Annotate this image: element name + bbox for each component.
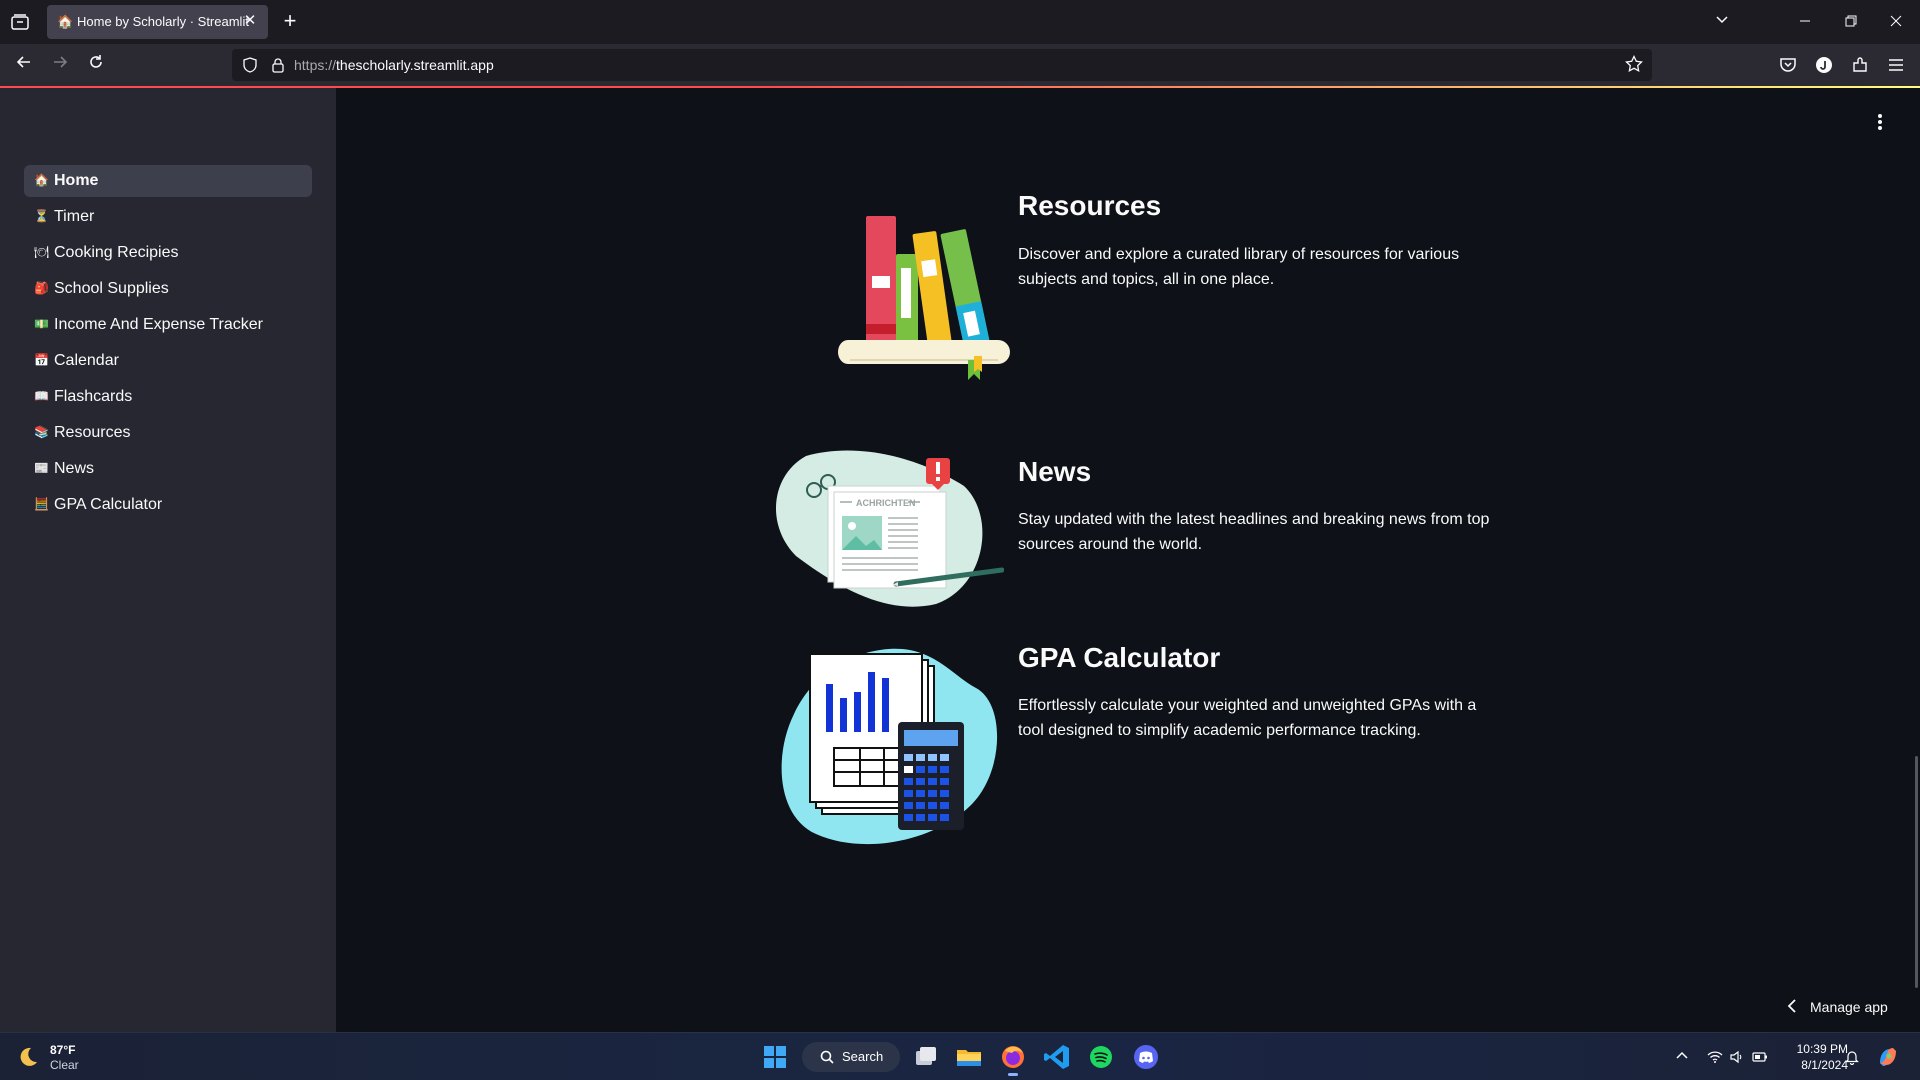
close-tab-icon[interactable]: ✕ <box>242 13 258 29</box>
chevron-left-icon <box>1786 998 1802 1016</box>
sidebar-item-label: Calendar <box>54 352 119 369</box>
close-window-icon[interactable] <box>1884 10 1908 34</box>
sidebar-item-home[interactable]: 🏠 Home <box>24 165 312 197</box>
taskbar-search-label: Search <box>842 1049 884 1064</box>
chevron-up-icon[interactable] <box>1674 1049 1690 1065</box>
account-icon[interactable] <box>1814 55 1834 75</box>
url-protocol: https:// <box>294 57 337 73</box>
pocket-icon[interactable] <box>1778 55 1798 75</box>
browser-tab-active[interactable]: 🏠 Home by Scholarly · Streamlit ✕ <box>47 5 268 39</box>
moon-icon <box>16 1045 40 1069</box>
weather-widget[interactable]: 87°F Clear <box>16 1041 136 1073</box>
abacus-icon: 🧮 <box>34 497 49 511</box>
section-title-gpa-calculator: GPA Calculator <box>1018 642 1221 673</box>
sidebar-item-gpa-calculator[interactable]: 🧮 GPA Calculator <box>24 489 312 521</box>
sidebar-item-label: Timer <box>54 208 95 225</box>
main-content: Resources Discover and explore a curated… <box>336 88 1920 1032</box>
tab-title: Home by Scholarly · Streamlit <box>77 14 249 29</box>
backpack-icon: 🎒 <box>34 281 49 295</box>
browser-tab-bar: 🏠 Home by Scholarly · Streamlit ✕ + <box>0 0 1920 44</box>
house-icon: 🏠 <box>57 14 74 29</box>
new-tab-button[interactable]: + <box>280 10 300 34</box>
restore-icon[interactable] <box>1839 10 1863 34</box>
battery-icon[interactable] <box>1752 1049 1768 1065</box>
sidebar-item-label: Cooking Recipies <box>54 244 179 261</box>
sidebar-item-income-expense-tracker[interactable]: 💵 Income And Expense Tracker <box>24 309 312 341</box>
section-description-gpa-calculator: Effortlessly calculate your weighted and… <box>1018 697 1477 739</box>
books-icon: 📚 <box>34 425 49 439</box>
spotify-icon[interactable] <box>1085 1041 1117 1073</box>
clock-time: 10:39 PM <box>1796 1042 1848 1056</box>
notifications-bell-icon[interactable] <box>1844 1049 1860 1066</box>
taskbar-clock[interactable]: 10:39 PM 8/1/2024 <box>1776 1041 1848 1073</box>
sidebar-item-news[interactable]: 📰 News <box>24 453 312 485</box>
section-title-news: News <box>1018 456 1092 487</box>
manage-app-button[interactable]: Manage app <box>1786 996 1896 1020</box>
calendar-icon: 📅 <box>34 353 49 367</box>
task-view-icon[interactable] <box>910 1041 942 1073</box>
weather-temperature: 87°F <box>50 1043 76 1057</box>
weather-condition: Clear <box>50 1058 79 1072</box>
forward-icon[interactable] <box>48 53 72 77</box>
book-icon: 📖 <box>34 389 49 403</box>
house-icon: 🏠 <box>34 173 49 187</box>
sidebar-item-school-supplies[interactable]: 🎒 School Supplies <box>24 273 312 305</box>
url-text[interactable]: https://thescholarly.streamlit.app <box>294 57 494 73</box>
sidebar-item-resources[interactable]: 📚 Resources <box>24 417 312 449</box>
wifi-icon[interactable] <box>1707 1049 1723 1065</box>
newspaper-masthead-text: ACHRICHTEN <box>856 498 916 508</box>
tab-list-icon[interactable] <box>10 12 30 32</box>
sidebar-item-flashcards[interactable]: 📖 Flashcards <box>24 381 312 413</box>
back-icon[interactable] <box>12 53 36 77</box>
scrollbar-thumb[interactable] <box>1915 756 1918 988</box>
manage-app-label: Manage app <box>1810 999 1888 1015</box>
taskbar-search-button[interactable]: Search <box>802 1042 900 1072</box>
browser-nav-bar: https://thescholarly.streamlit.app <box>0 44 1920 86</box>
hourglass-icon: ⏳ <box>34 209 49 223</box>
menu-icon[interactable] <box>1886 55 1906 75</box>
extensions-icon[interactable] <box>1850 55 1870 75</box>
lock-icon[interactable] <box>270 57 286 73</box>
sidebar-item-label: Resources <box>54 424 131 441</box>
sidebar-item-label: News <box>54 460 95 477</box>
bookmark-star-icon[interactable] <box>1624 54 1644 75</box>
section-description-news: Stay updated with the latest headlines a… <box>1018 511 1490 553</box>
sidebar-item-cooking-recipies[interactable]: 🍽 Cooking Recipies <box>24 237 312 269</box>
chevron-down-icon[interactable] <box>1710 10 1734 34</box>
taskbar: 87°F Clear Search 10:39 PM 8/1/2024 <box>0 1032 1920 1080</box>
start-button-windows-icon[interactable] <box>759 1041 791 1073</box>
newspaper-icon: 📰 <box>34 461 49 475</box>
discord-icon[interactable] <box>1130 1041 1162 1073</box>
books-illustration-icon <box>806 208 1036 388</box>
sidebar-item-calendar[interactable]: 📅 Calendar <box>24 345 312 377</box>
vscode-icon[interactable] <box>1041 1041 1073 1073</box>
search-icon <box>820 1050 834 1064</box>
sidebar-item-label: Home <box>54 172 99 189</box>
newspaper-illustration-icon: ACHRICHTEN <box>775 446 1005 608</box>
sidebar-item-label: Income And Expense Tracker <box>54 316 263 333</box>
section-description-resources: Discover and explore a curated library o… <box>1018 246 1460 288</box>
shield-icon[interactable] <box>242 57 258 73</box>
url-host: thescholarly.streamlit.app <box>336 57 494 73</box>
volume-icon[interactable] <box>1729 1049 1745 1065</box>
plate-icon: 🍽 <box>34 245 50 259</box>
sidebar-item-label: School Supplies <box>54 280 169 297</box>
money-icon: 💵 <box>34 317 49 331</box>
firefox-icon[interactable] <box>997 1041 1029 1076</box>
reload-icon[interactable] <box>84 53 108 77</box>
main-menu-kebab-icon[interactable] <box>1872 112 1888 132</box>
clock-date: 8/1/2024 <box>1801 1058 1848 1072</box>
sidebar: 🏠 Home ⏳ Timer 🍽 Cooking Recipies 🎒 Scho… <box>0 88 336 1032</box>
sidebar-item-label: Flashcards <box>54 388 133 405</box>
minimize-icon[interactable] <box>1793 10 1817 34</box>
section-title-resources: Resources <box>1018 190 1162 221</box>
file-explorer-icon[interactable] <box>953 1041 985 1073</box>
url-bar[interactable]: https://thescholarly.streamlit.app <box>232 49 1652 81</box>
calculator-chart-illustration-icon <box>780 644 1002 848</box>
copilot-icon[interactable] <box>1872 1041 1904 1073</box>
sidebar-item-timer[interactable]: ⏳ Timer <box>24 201 312 233</box>
sidebar-item-label: GPA Calculator <box>54 496 163 513</box>
